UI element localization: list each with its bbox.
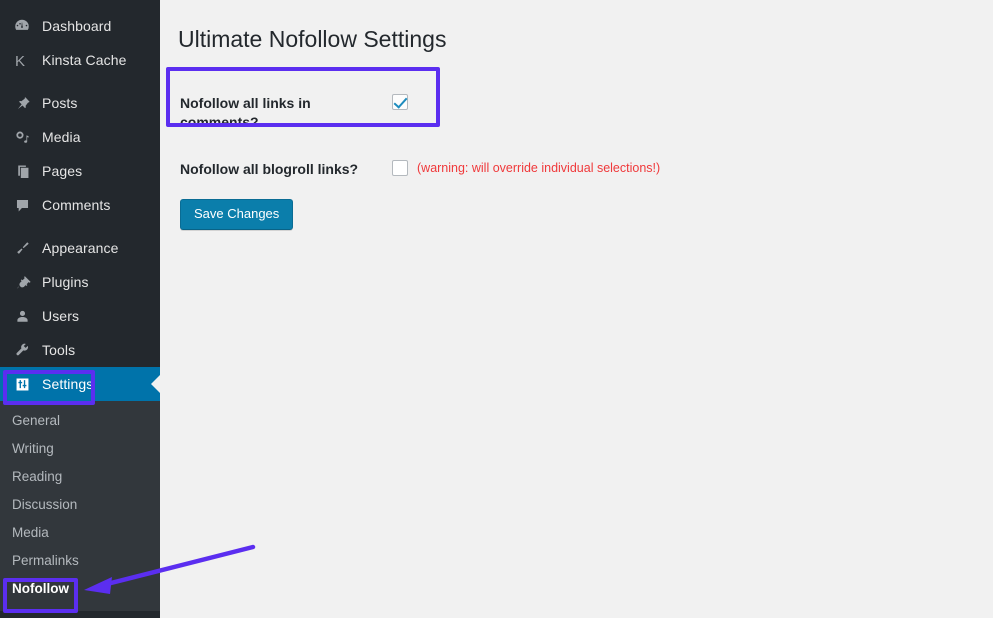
kinsta-k-icon: K bbox=[11, 50, 33, 70]
submenu-item-discussion[interactable]: Discussion bbox=[0, 491, 160, 519]
page-icon bbox=[11, 161, 33, 181]
settings-form-table: Nofollow all links in comments? Nofollow… bbox=[178, 80, 670, 193]
dashboard-icon bbox=[11, 16, 33, 36]
sidebar-content-group: Posts Media Pages Comments bbox=[0, 86, 160, 222]
wordpress-admin-screen: Dashboard K Kinsta Cache Posts Media Pag… bbox=[0, 0, 993, 618]
setting-control-nofollow-blogroll: (warning: will override individual selec… bbox=[390, 146, 670, 193]
sidebar-item-media[interactable]: Media bbox=[0, 120, 160, 154]
sidebar-item-posts[interactable]: Posts bbox=[0, 86, 160, 120]
submenu-item-permalinks[interactable]: Permalinks bbox=[0, 547, 160, 575]
comment-icon bbox=[11, 195, 33, 215]
sidebar-item-kinsta-cache[interactable]: K Kinsta Cache bbox=[0, 43, 160, 77]
admin-sidebar: Dashboard K Kinsta Cache Posts Media Pag… bbox=[0, 0, 160, 618]
sidebar-item-label: Plugins bbox=[42, 274, 89, 290]
sidebar-item-label: Kinsta Cache bbox=[42, 52, 127, 68]
sidebar-separator bbox=[0, 77, 160, 86]
user-icon bbox=[11, 306, 33, 326]
submenu-item-nofollow[interactable]: Nofollow bbox=[0, 575, 160, 603]
setting-row-nofollow-blogroll: Nofollow all blogroll links? (warning: w… bbox=[178, 146, 670, 193]
sidebar-item-dashboard[interactable]: Dashboard bbox=[0, 9, 160, 43]
nofollow-blogroll-checkbox[interactable] bbox=[392, 159, 408, 176]
setting-label-nofollow-comments: Nofollow all links in comments? bbox=[180, 95, 311, 130]
media-icon bbox=[11, 127, 33, 147]
main-content: Ultimate Nofollow Settings Nofollow all … bbox=[160, 0, 993, 618]
sidebar-admin-group: Appearance Plugins Users Tools Settings bbox=[0, 231, 160, 401]
sliders-icon bbox=[11, 374, 33, 394]
sidebar-item-appearance[interactable]: Appearance bbox=[0, 231, 160, 265]
svg-text:K: K bbox=[15, 53, 25, 69]
save-changes-button[interactable]: Save Changes bbox=[180, 198, 294, 230]
sidebar-item-plugins[interactable]: Plugins bbox=[0, 265, 160, 299]
sidebar-item-label: Media bbox=[42, 129, 81, 145]
sidebar-item-label: Comments bbox=[42, 197, 111, 213]
sidebar-item-label: Dashboard bbox=[42, 18, 112, 34]
sidebar-item-settings[interactable]: Settings bbox=[0, 367, 160, 401]
sidebar-item-comments[interactable]: Comments bbox=[0, 188, 160, 222]
plug-icon bbox=[11, 272, 33, 292]
pin-icon bbox=[11, 93, 33, 113]
paintbrush-icon bbox=[11, 238, 33, 258]
sidebar-item-label: Settings bbox=[42, 376, 94, 392]
sidebar-top-group: Dashboard K Kinsta Cache bbox=[0, 9, 160, 77]
sidebar-item-label: Users bbox=[42, 308, 80, 324]
nofollow-comments-checkbox[interactable] bbox=[392, 94, 408, 110]
sidebar-item-pages[interactable]: Pages bbox=[0, 154, 160, 188]
submenu-item-writing[interactable]: Writing bbox=[0, 435, 160, 463]
sidebar-item-label: Pages bbox=[42, 163, 83, 179]
blogroll-warning-text: (warning: will override individual selec… bbox=[417, 160, 661, 175]
submenu-item-media[interactable]: Media bbox=[0, 519, 160, 547]
page-title: Ultimate Nofollow Settings bbox=[178, 26, 447, 52]
sidebar-separator-2 bbox=[0, 222, 160, 231]
setting-row-nofollow-comments: Nofollow all links in comments? bbox=[178, 80, 670, 146]
submenu-item-reading[interactable]: Reading bbox=[0, 463, 160, 491]
wrench-icon bbox=[11, 340, 33, 360]
settings-submenu: General Writing Reading Discussion Media… bbox=[0, 401, 160, 611]
sidebar-item-users[interactable]: Users bbox=[0, 299, 160, 333]
sidebar-item-label: Posts bbox=[42, 95, 78, 111]
sidebar-item-tools[interactable]: Tools bbox=[0, 333, 160, 367]
submenu-item-general[interactable]: General bbox=[0, 407, 160, 435]
setting-label-nofollow-blogroll: Nofollow all blogroll links? bbox=[180, 160, 359, 177]
sidebar-item-label: Tools bbox=[42, 342, 76, 358]
sidebar-item-label: Appearance bbox=[42, 240, 119, 256]
setting-control-nofollow-comments bbox=[390, 80, 670, 146]
